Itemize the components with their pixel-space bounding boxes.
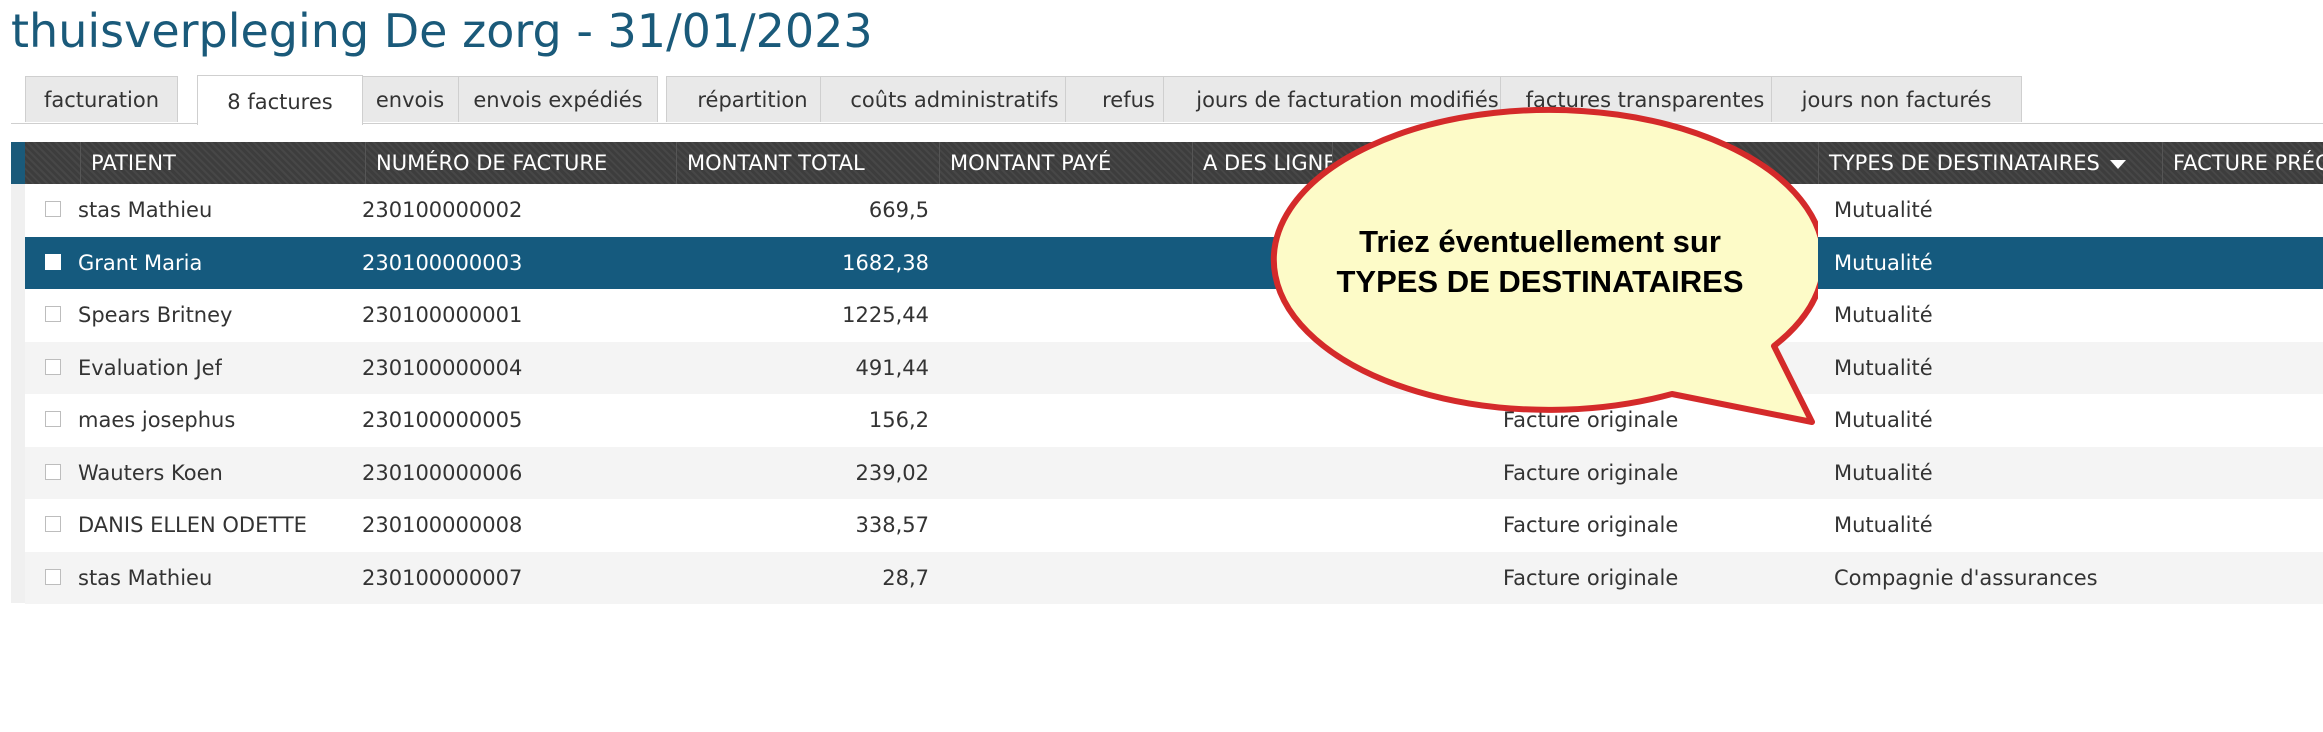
tab-facturation[interactable]: facturation: [25, 76, 178, 122]
grid-header: PATIENT NUMÉRO DE FACTURE MONTANT TOTAL …: [25, 142, 2323, 184]
invoice-number-cell: 230100000006: [362, 460, 523, 485]
invoice-number-cell: 230100000003: [362, 250, 523, 275]
row-checkbox[interactable]: [45, 358, 61, 375]
recipient-type-cell: Compagnie d'assurances: [1834, 565, 2098, 590]
total-amount-cell: 1225,44: [842, 303, 929, 327]
tab-repartition[interactable]: répartition: [666, 76, 839, 122]
invoice-number-cell: 230100000004: [362, 355, 523, 380]
recipient-type-cell: Mutualité: [1834, 198, 1933, 222]
total-amount-cell: 338,57: [855, 513, 929, 537]
table-row[interactable]: Spears Britney 230100000001 1225,44 Mutu…: [25, 289, 2323, 342]
table-row[interactable]: DANIS ELLEN ODETTE 230100000008 338,57 F…: [25, 499, 2323, 552]
header-paid-amount[interactable]: MONTANT PAYÉ: [939, 142, 1192, 184]
header-recipient-types[interactable]: TYPES DE DESTINATAIRES: [1818, 142, 2162, 184]
total-amount-cell: 156,2: [868, 408, 929, 432]
invoice-type-cell: Facture originale: [1503, 565, 1679, 590]
patient-cell: maes josephus: [78, 408, 236, 432]
table-row[interactable]: maes josephus 230100000005 156,2 Facture…: [25, 394, 2323, 447]
row-checkbox[interactable]: [45, 253, 61, 270]
header-total-amount[interactable]: MONTANT TOTAL: [676, 142, 939, 184]
patient-cell: DANIS ELLEN ODETTE: [78, 513, 307, 537]
row-checkbox[interactable]: [45, 516, 61, 532]
invoice-type-cell: Facture originale: [1503, 513, 1679, 537]
table-row[interactable]: Evaluation Jef 230100000004 491,44 Mutua…: [25, 341, 2323, 394]
row-checkbox[interactable]: [45, 463, 61, 480]
total-amount-cell: 491,44: [855, 355, 929, 380]
callout-line-2: TYPES DE DESTINATAIRES: [1336, 264, 1744, 299]
table-row[interactable]: stas Mathieu 230100000002 669,5 Mutualit…: [25, 184, 2323, 237]
header-select-column[interactable]: [25, 142, 80, 184]
patient-cell: Grant Maria: [78, 250, 203, 275]
table-row-selected[interactable]: Grant Maria 230100000003 1682,38 Mutuali…: [25, 236, 2323, 289]
row-checkbox[interactable]: [45, 411, 61, 427]
patient-cell: Spears Britney: [78, 303, 233, 327]
page-title: thuisverpleging De zorg - 31/01/2023: [11, 4, 873, 58]
row-checkbox[interactable]: [45, 306, 61, 322]
row-checkbox[interactable]: [45, 568, 61, 585]
invoice-number-cell: 230100000001: [362, 303, 523, 327]
recipient-type-cell: Mutualité: [1834, 513, 1933, 537]
invoice-number-cell: 230100000005: [362, 408, 523, 432]
invoice-number-cell: 230100000002: [362, 198, 523, 222]
recipient-type-cell: Mutualité: [1834, 303, 1933, 327]
invoice-number-cell: 230100000007: [362, 565, 523, 590]
patient-cell: Wauters Koen: [78, 460, 223, 485]
header-patient[interactable]: PATIENT: [80, 142, 365, 184]
recipient-type-cell: Mutualité: [1834, 408, 1933, 432]
tab-envois[interactable]: envois: [345, 76, 475, 122]
grid-left-stripe: [11, 142, 25, 603]
recipient-type-cell: Mutualité: [1834, 355, 1933, 380]
tab-factures[interactable]: 8 factures: [197, 75, 363, 125]
total-amount-cell: 239,02: [855, 460, 929, 485]
row-checkbox[interactable]: [45, 201, 61, 217]
recipient-type-cell: Mutualité: [1834, 460, 1933, 485]
patient-cell: stas Mathieu: [78, 198, 213, 222]
recipient-type-cell: Mutualité: [1834, 250, 1933, 275]
header-recipient-types-label: TYPES DE DESTINATAIRES: [1829, 151, 2100, 175]
total-amount-cell: 669,5: [868, 198, 929, 222]
total-amount-cell: 28,7: [882, 565, 929, 590]
header-invoice-number[interactable]: NUMÉRO DE FACTURE: [365, 142, 676, 184]
invoice-number-cell: 230100000008: [362, 513, 523, 537]
callout-line-1: Triez éventuellement sur: [1359, 224, 1721, 259]
patient-cell: Evaluation Jef: [78, 355, 222, 380]
header-previous-invoice[interactable]: FACTURE PRÉCÉ: [2162, 142, 2323, 184]
table-row[interactable]: Wauters Koen 230100000006 239,02 Facture…: [25, 446, 2323, 499]
callout-text: Triez éventuellement sur TYPES DE DESTIN…: [1262, 222, 1818, 302]
tab-couts-administratifs[interactable]: coûts administratifs: [820, 76, 1089, 122]
total-amount-cell: 1682,38: [842, 250, 929, 275]
patient-cell: stas Mathieu: [78, 565, 213, 590]
sort-descending-icon: [2109, 159, 2126, 169]
table-row[interactable]: stas Mathieu 230100000007 28,7 Facture o…: [25, 551, 2323, 604]
tab-envois-expedies[interactable]: envois expédiés: [458, 76, 658, 122]
invoice-type-cell: Facture originale: [1503, 460, 1679, 485]
